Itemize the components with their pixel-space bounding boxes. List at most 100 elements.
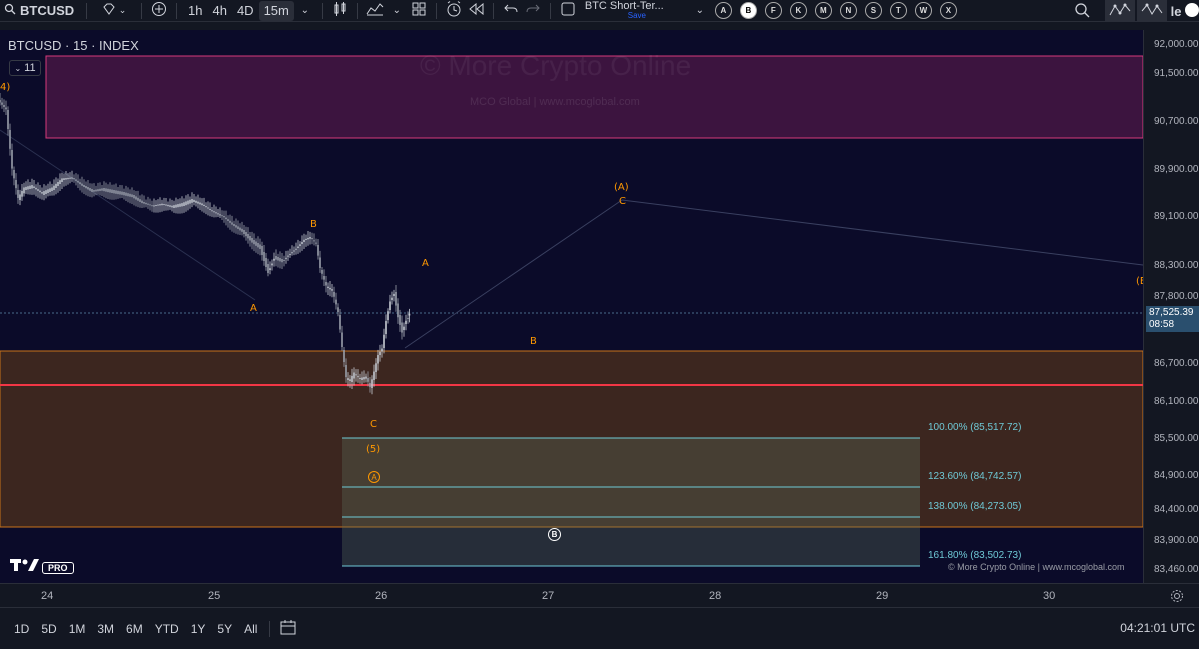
indicator-toggle[interactable]: ⌄ 11 bbox=[9, 60, 41, 76]
interval-dropdown[interactable]: ⌄ bbox=[294, 1, 316, 21]
candle-body bbox=[239, 227, 241, 231]
chart-type-button[interactable] bbox=[329, 1, 351, 21]
interval-1h[interactable]: 1h bbox=[183, 1, 207, 21]
candle-body bbox=[159, 204, 161, 206]
bar-countdown: 08:58 bbox=[1149, 319, 1175, 330]
search-button[interactable] bbox=[1071, 1, 1093, 21]
range-ytd[interactable]: YTD bbox=[149, 622, 185, 636]
utc-clock[interactable]: 04:21:01 UTC bbox=[1120, 621, 1195, 635]
wave-label-circled-a[interactable]: A bbox=[368, 471, 380, 483]
candle-body bbox=[123, 192, 125, 196]
divider bbox=[356, 2, 358, 19]
fib-extension-box[interactable] bbox=[342, 438, 920, 566]
candle-body bbox=[211, 210, 213, 212]
candle-body bbox=[181, 203, 183, 207]
range-1y[interactable]: 1Y bbox=[185, 622, 212, 636]
fib-label-161: 161.80% (83,502.73) bbox=[928, 550, 1022, 561]
drawing-letter-s[interactable]: S bbox=[864, 2, 882, 19]
candle-body bbox=[17, 190, 19, 198]
candle-body bbox=[23, 187, 25, 194]
drawing-letter-f[interactable]: F bbox=[764, 2, 782, 19]
drawing-letter-b[interactable]: B bbox=[739, 2, 757, 19]
layout-grid-button[interactable] bbox=[408, 1, 430, 21]
wave-label-e[interactable]: (E bbox=[1136, 276, 1143, 287]
candle-body bbox=[187, 200, 189, 205]
drawing-letter-x[interactable]: X bbox=[939, 2, 957, 19]
price-axis[interactable]: 92,000.00 91,500.00 90,700.00 89,900.00 … bbox=[1143, 30, 1199, 583]
wave-label-c-projected[interactable]: C bbox=[619, 196, 626, 207]
candle-body bbox=[99, 188, 101, 191]
wave-label-a[interactable]: A bbox=[250, 303, 257, 314]
candle-body bbox=[85, 186, 87, 189]
drawing-letter-m[interactable]: M bbox=[814, 2, 832, 19]
range-3m[interactable]: 3M bbox=[91, 622, 120, 636]
wave-label-b[interactable]: B bbox=[310, 219, 317, 230]
wave-label-a-projected[interactable]: A bbox=[422, 258, 429, 269]
replay-button[interactable] bbox=[465, 1, 487, 21]
interval-4h[interactable]: 4h bbox=[207, 1, 231, 21]
time-label: 26 bbox=[375, 590, 388, 602]
redo-button[interactable] bbox=[522, 1, 544, 21]
time-label: 25 bbox=[208, 590, 221, 602]
favorites-dropdown[interactable]: ⌄ bbox=[93, 1, 135, 21]
range-all[interactable]: All bbox=[238, 622, 263, 636]
undo-button[interactable] bbox=[500, 1, 522, 21]
range-5y[interactable]: 5Y bbox=[211, 622, 238, 636]
pattern-tool-button-2[interactable] bbox=[1137, 0, 1167, 21]
layout-name[interactable]: BTC Short-Ter... Save bbox=[579, 0, 689, 21]
candle-body bbox=[25, 186, 27, 190]
candle-body bbox=[333, 292, 335, 297]
edge-label[interactable]: le bbox=[1167, 1, 1185, 21]
candle-body bbox=[377, 355, 379, 364]
drawing-letter-k[interactable]: K bbox=[789, 2, 807, 19]
drawing-letter-t[interactable]: T bbox=[889, 2, 907, 19]
candle-body bbox=[185, 201, 187, 206]
candle-body bbox=[0, 100, 1, 103]
indicator-count: 11 bbox=[24, 62, 36, 74]
candle-body bbox=[263, 252, 265, 261]
drawing-letter-w[interactable]: W bbox=[914, 2, 932, 19]
indicators-button[interactable] bbox=[364, 1, 386, 21]
chart-legend[interactable]: BTCUSD · 15 · INDEX bbox=[8, 38, 139, 53]
wave-label-circled-b[interactable]: B bbox=[548, 528, 561, 541]
interval-4d[interactable]: 4D bbox=[232, 1, 259, 21]
candle-body bbox=[279, 258, 281, 262]
price-label: 83,900.00 bbox=[1154, 535, 1199, 546]
range-5d[interactable]: 5D bbox=[35, 622, 62, 636]
chart-pane[interactable]: BTCUSD · 15 · INDEX ⌄ 11 © More Crypto O… bbox=[0, 30, 1143, 583]
candle-body bbox=[9, 130, 11, 149]
pattern-tool-button[interactable] bbox=[1105, 0, 1135, 21]
range-6m[interactable]: 6M bbox=[120, 622, 149, 636]
wave-label-b-projected[interactable]: B bbox=[530, 336, 537, 347]
range-1d[interactable]: 1D bbox=[8, 622, 35, 636]
candle-body bbox=[147, 203, 149, 205]
gear-icon[interactable] bbox=[1170, 589, 1184, 606]
date-range-button[interactable] bbox=[280, 619, 298, 638]
price-label: 86,700.00 bbox=[1154, 358, 1199, 369]
tradingview-logo[interactable]: PRO bbox=[10, 558, 74, 577]
drawing-letter-a[interactable]: A bbox=[714, 2, 732, 19]
layout-dropdown[interactable]: ⌄ bbox=[689, 1, 711, 21]
indicators-dropdown[interactable]: ⌄ bbox=[386, 1, 408, 21]
alarm-clock-icon bbox=[445, 0, 463, 21]
divider bbox=[321, 2, 323, 19]
candle-body bbox=[275, 256, 277, 260]
wave-label-4[interactable]: 4) bbox=[0, 82, 10, 93]
candle-body bbox=[31, 185, 33, 189]
time-axis[interactable]: 24 25 26 27 28 29 30 bbox=[0, 583, 1199, 607]
symbol-search[interactable]: BTCUSD bbox=[0, 1, 80, 21]
layout-save-status: Save bbox=[627, 10, 646, 20]
candle-body bbox=[201, 203, 203, 206]
range-1m[interactable]: 1M bbox=[63, 622, 92, 636]
interval-15m[interactable]: 15m bbox=[258, 0, 294, 21]
wave-label-big-a[interactable]: (A) bbox=[614, 182, 629, 193]
profile-button[interactable] bbox=[1185, 1, 1199, 21]
wave-label-c[interactable]: C bbox=[370, 419, 377, 430]
candle-body bbox=[169, 205, 171, 207]
drawing-letter-n[interactable]: N bbox=[839, 2, 857, 19]
wave-label-5[interactable]: (5) bbox=[366, 444, 380, 455]
alert-button[interactable] bbox=[443, 1, 465, 21]
candle-body bbox=[283, 260, 285, 261]
add-symbol-button[interactable] bbox=[148, 1, 170, 21]
layout-checkbox[interactable] bbox=[557, 1, 579, 21]
